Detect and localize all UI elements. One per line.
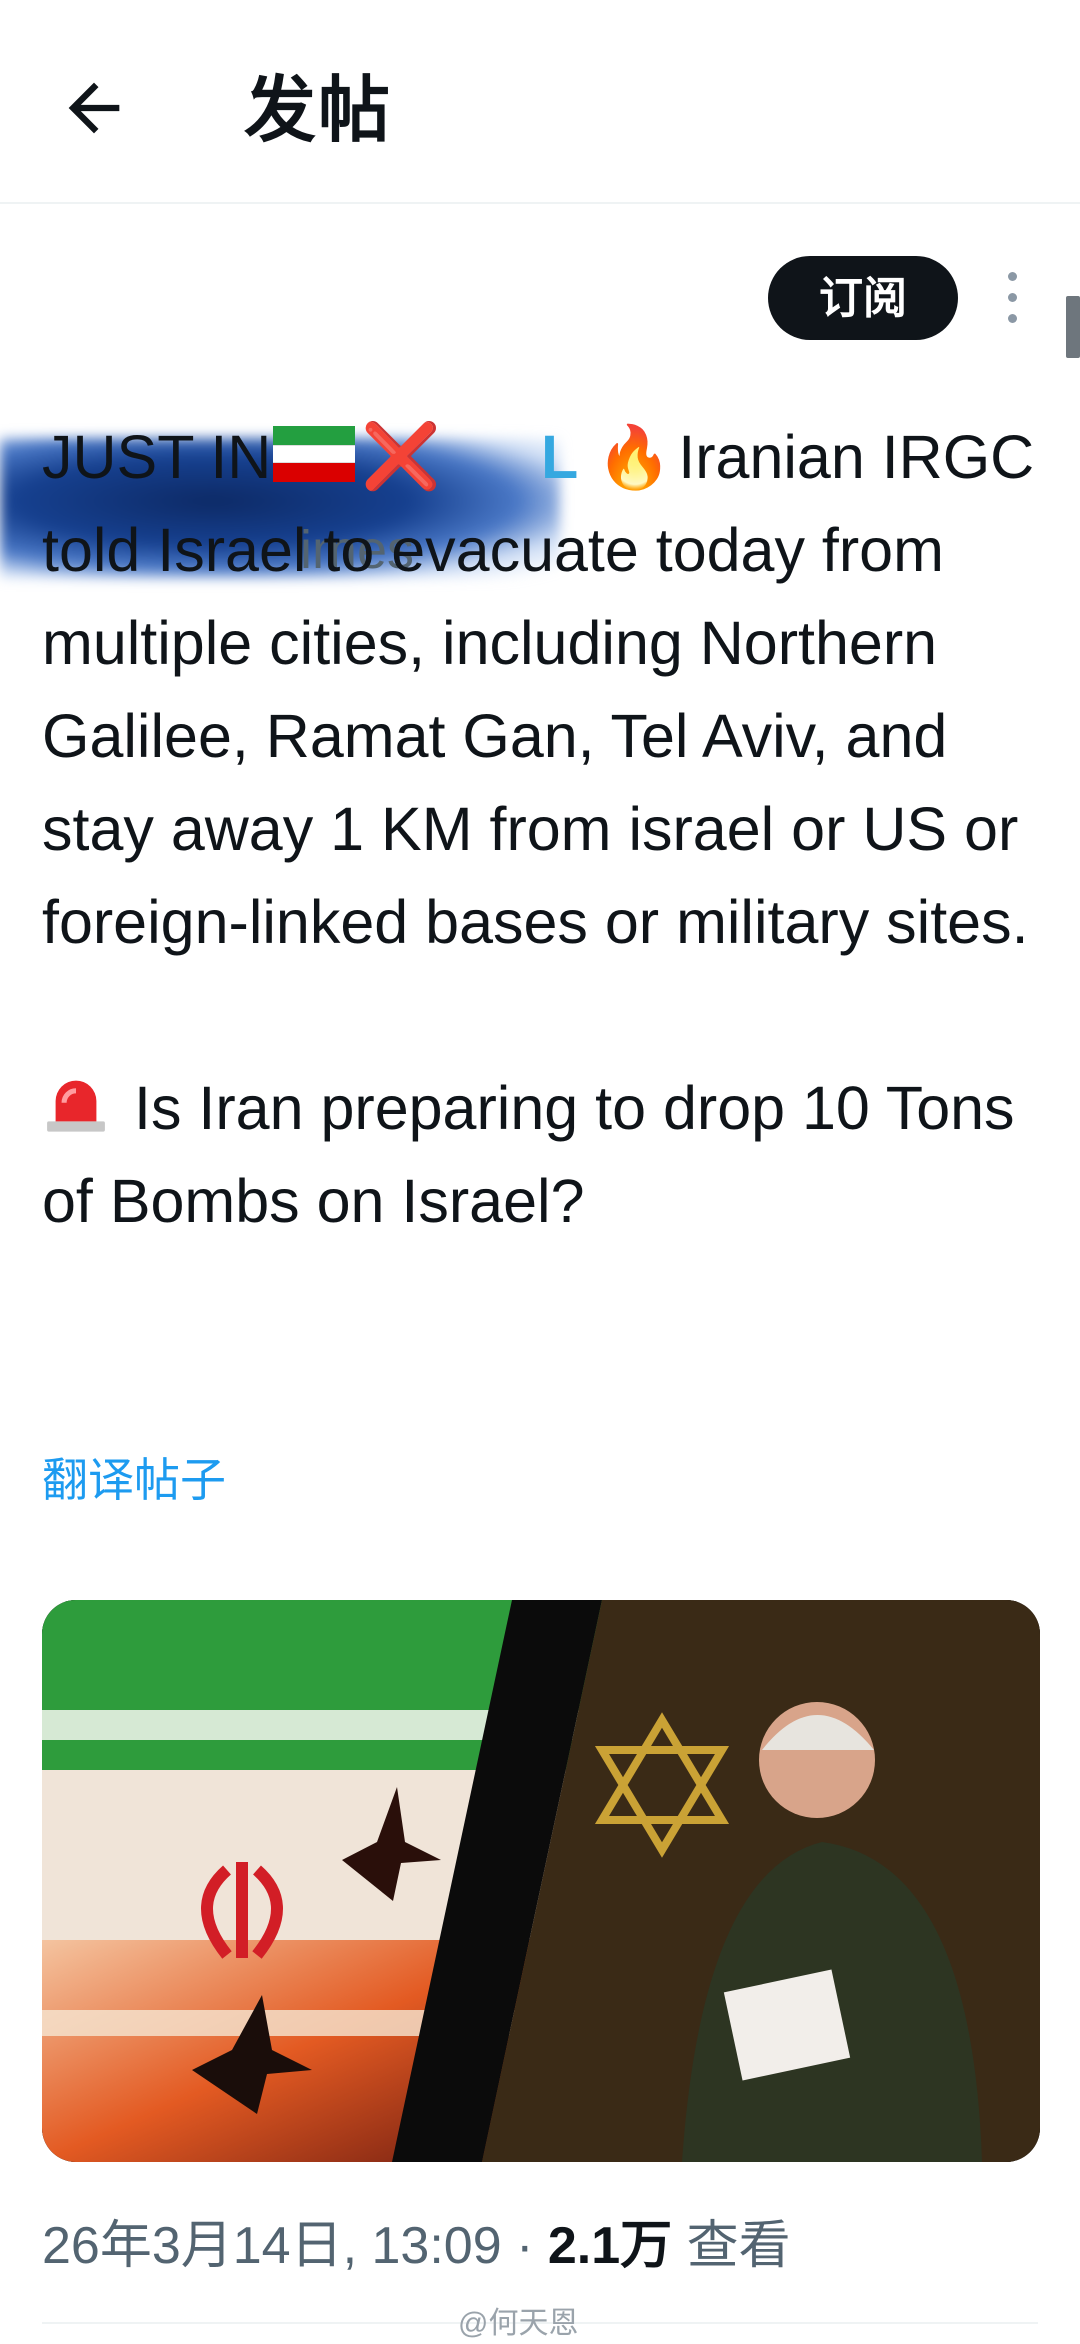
tweet-lead-suffix: Iranian [678,423,865,491]
view-count-label: 查看 [686,2217,791,2275]
arrow-left-icon[interactable] [56,70,132,146]
tweet-lead: JUST IN [42,423,272,491]
tweet-image-illustration [42,1600,1040,2162]
cross-mark-icon: ❌ [361,420,442,492]
l-glyph: L [541,423,579,491]
tweet-question: Is Iran preparing to drop 10 Tons of Bom… [42,1074,1015,1235]
subscribe-button[interactable]: 订阅 [768,256,958,340]
siren-icon [47,1080,105,1132]
more-vertical-icon[interactable] [1000,272,1024,332]
translate-post-link[interactable]: 翻译帖子 [42,1452,226,1508]
page-title: 发帖 [244,71,393,151]
tweet-meta: 26年3月14日, 13:09 · 2.1万 查看 [42,2214,791,2278]
iran-flag-icon [273,426,356,482]
tweet-body: IRGC told Israel to evacuate today from … [42,423,1035,956]
tweet-text: JUST IN ❌ L 🔥Iranian IRGC told Israel to ev… [42,410,1042,1248]
view-count: 2.1万 [547,2217,673,2275]
scrollbar-thumb[interactable] [1066,296,1080,358]
meta-separator: · [516,2217,534,2275]
tweet-image[interactable] [42,1600,1040,2162]
tweet-timestamp: 26年3月14日, 13:09 [42,2217,502,2275]
watermark: @何天恩 [458,2307,579,2340]
top-bar: 发帖 [0,0,1080,204]
fire-icon: 🔥 [596,423,673,491]
author-row[interactable]: imes [0,210,600,580]
